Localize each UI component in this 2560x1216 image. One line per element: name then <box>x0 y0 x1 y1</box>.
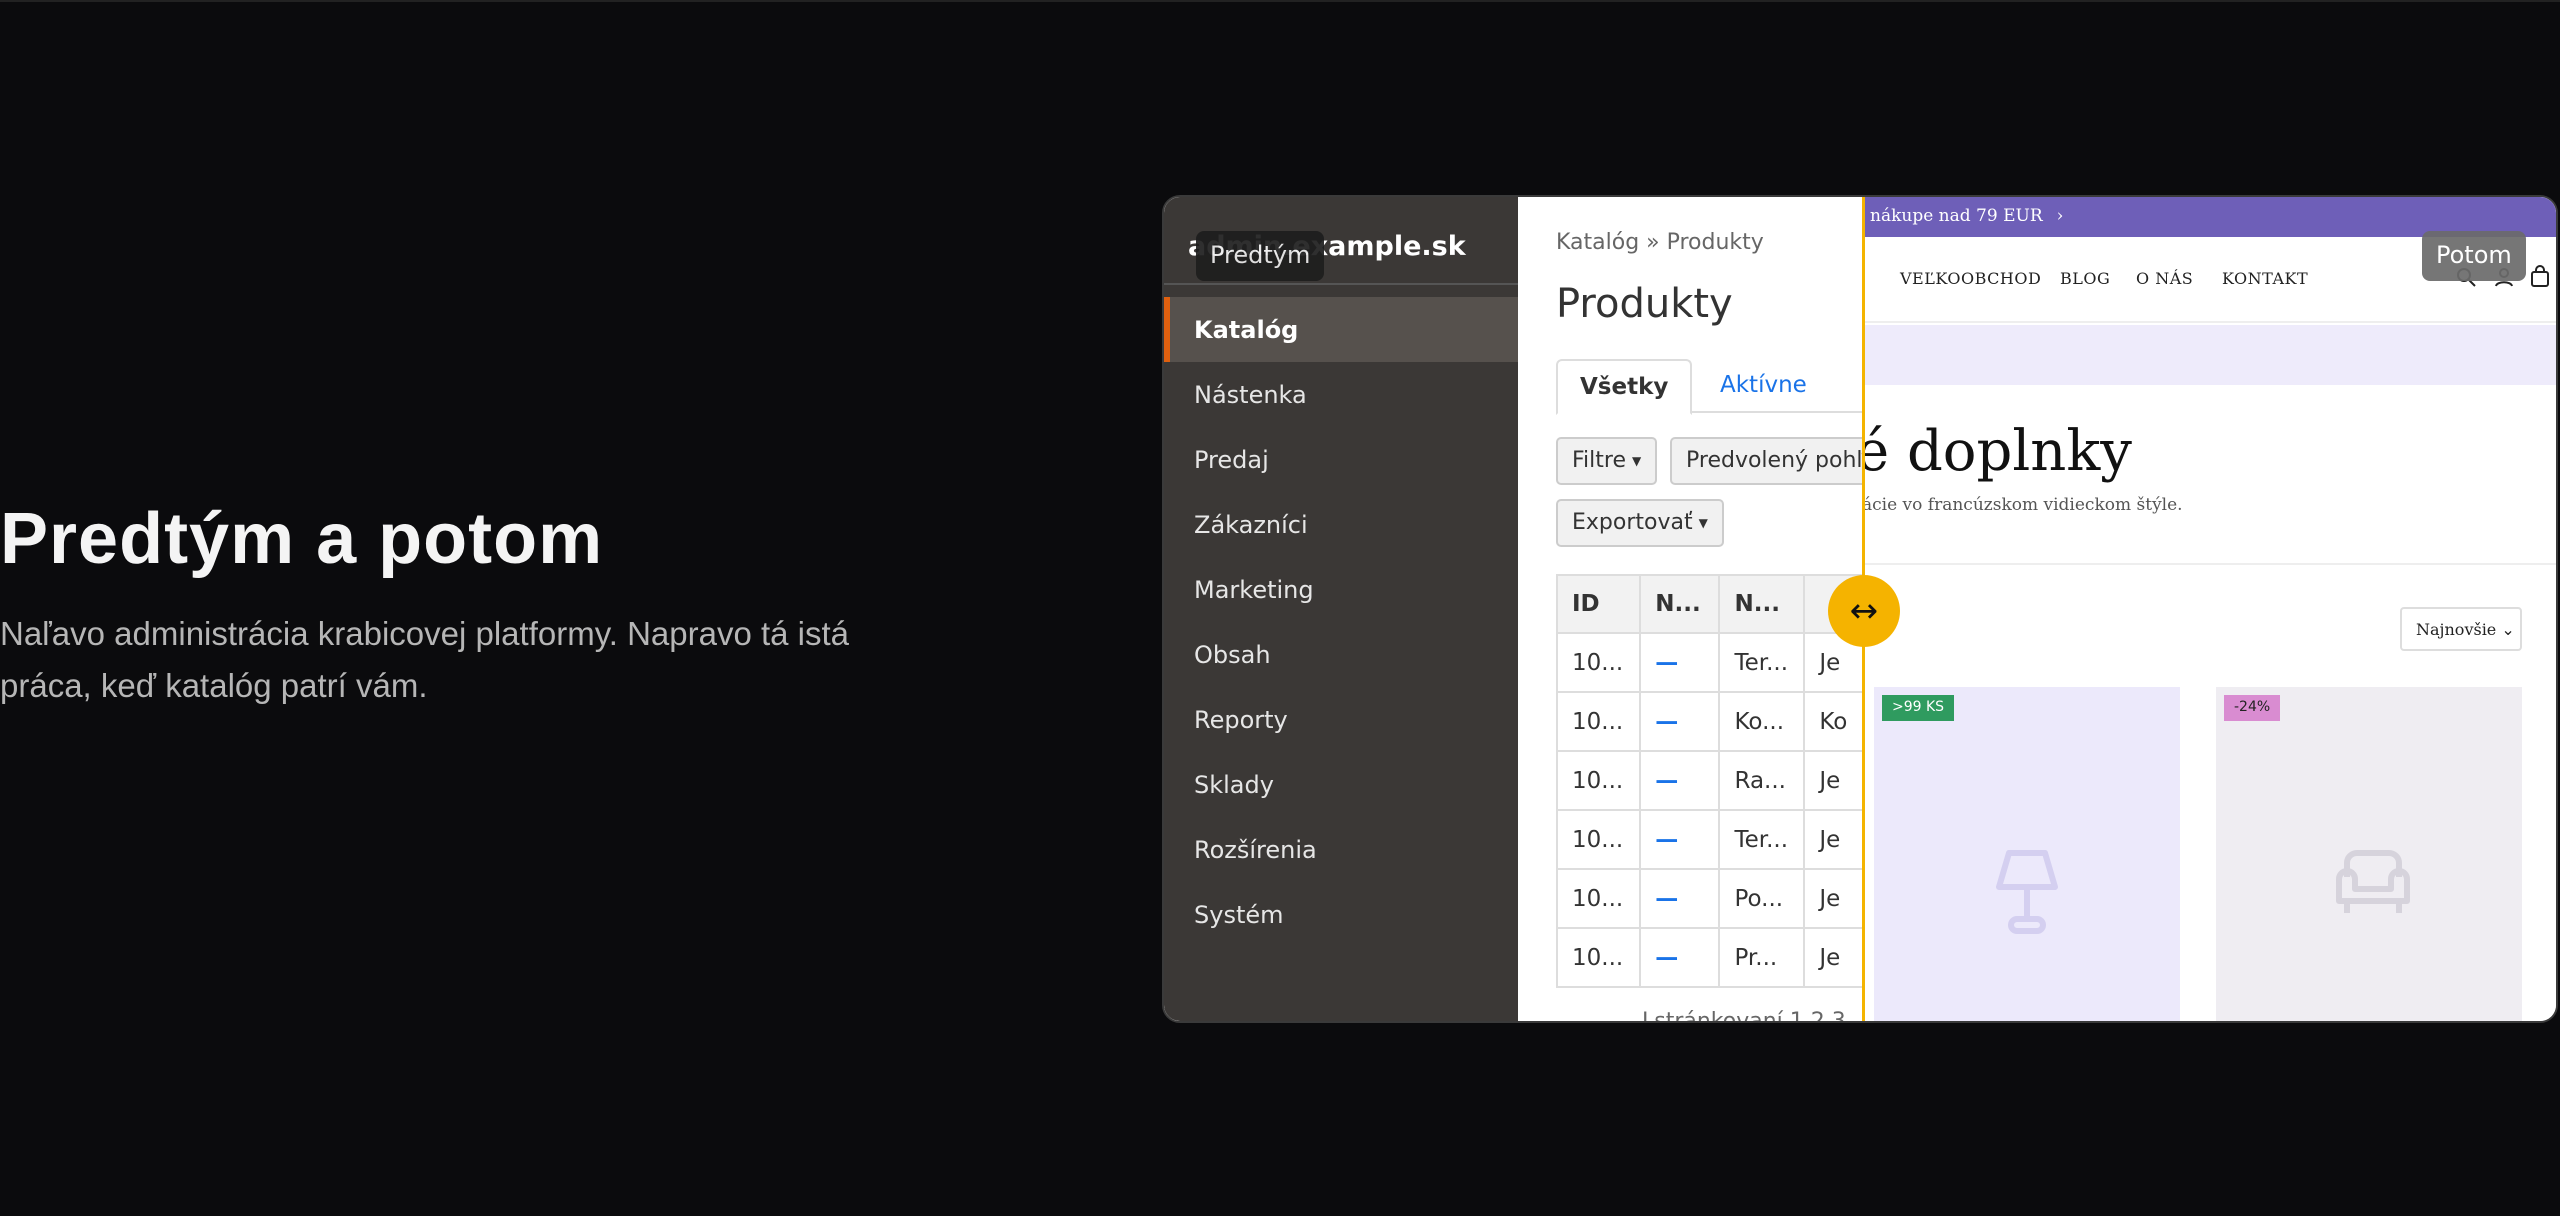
export-label: Exportovať <box>1572 510 1693 535</box>
table-cell: 10... <box>1555 809 1642 870</box>
after-label: Potom <box>2422 231 2526 281</box>
filters-button[interactable]: Filtre ▼ <box>1556 437 1658 485</box>
nav-link-blog[interactable]: BLOG <box>2060 269 2110 288</box>
table-row[interactable]: 10... — Po... Je <box>1555 868 1864 929</box>
collection-subtitle: ácie vo francúzskom vidieckom štýle. <box>1864 495 2183 515</box>
table-cell: Je <box>1803 809 1864 870</box>
admin-main: Katalóg » Produkty Produkty Všetky Aktív… <box>1518 197 1864 1021</box>
nav-item-system[interactable]: Systém <box>1164 882 1518 947</box>
armchair-icon <box>2336 850 2410 913</box>
section-heading: Predtým a potom <box>0 499 604 579</box>
table-cell: Ter... <box>1718 809 1806 870</box>
product-card[interactable]: -24% <box>2216 687 2522 1021</box>
nav-link-wholesale[interactable]: VEĽKOOBCHOD <box>1900 269 2041 288</box>
admin-nav: Katalóg Nástenka Predaj Zákazníci Market… <box>1164 297 1518 947</box>
slider-handle[interactable]: ↔ <box>1828 575 1900 647</box>
table-cell: — <box>1639 927 1721 988</box>
nav-item-customers[interactable]: Zákazníci <box>1164 492 1518 557</box>
sort-value: Najnovšie <box>2416 620 2497 639</box>
table-cell: — <box>1639 632 1721 693</box>
nav-item-marketing[interactable]: Marketing <box>1164 557 1518 622</box>
table-cell: — <box>1639 750 1721 811</box>
pagination[interactable]: ... Lstránkovaní 1 2 3 <box>1614 1009 1846 1021</box>
export-button[interactable]: Exportovať ▼ <box>1556 499 1724 547</box>
table-cell: Ter... <box>1718 632 1806 693</box>
nav-item-content[interactable]: Obsah <box>1164 622 1518 687</box>
table-cell: 10... <box>1555 927 1642 988</box>
divider <box>1864 563 2556 565</box>
table-cell: 10... <box>1555 750 1642 811</box>
column-header[interactable]: N... <box>1639 574 1721 634</box>
table-cell: 10... <box>1555 868 1642 929</box>
table-cell: Je <box>1803 868 1864 929</box>
tab-all[interactable]: Všetky <box>1556 359 1693 415</box>
table-row[interactable]: 10... — Ter... Je <box>1555 632 1864 693</box>
table-cell: — <box>1639 868 1721 929</box>
storefront-panel: nákupe nad 79 EUR › VEĽKOOBCHOD BLOG O NÁ… <box>1864 197 2556 1021</box>
nav-item-catalog[interactable]: Katalóg <box>1164 297 1518 362</box>
tab-active[interactable]: Aktívne <box>1698 359 1829 413</box>
column-header[interactable]: N... <box>1718 574 1806 634</box>
table-cell: Je <box>1803 750 1864 811</box>
caret-down-icon: ▼ <box>1632 454 1642 468</box>
nav-item-reports[interactable]: Reporty <box>1164 687 1518 752</box>
promo-text: nákupe nad 79 EUR <box>1870 206 2043 226</box>
nav-link-about[interactable]: O NÁS <box>2136 269 2193 288</box>
hero-band <box>1864 325 2556 385</box>
collection-title: é doplnky <box>1864 419 2132 484</box>
section-description: Naľavo administrácia krabicovej platform… <box>0 615 850 704</box>
table-row[interactable]: 10... — Ko... Ko <box>1555 691 1864 752</box>
table-header-row: ID N... N... <box>1555 574 1864 634</box>
caret-down-icon: ▼ <box>1698 516 1708 530</box>
tab-bar: Všetky Aktívne <box>1556 359 1864 415</box>
chevron-down-icon: ⌄ <box>2501 620 2515 639</box>
nav-link-contact[interactable]: KONTAKT <box>2222 269 2308 288</box>
before-after-comparison[interactable]: admin.example.sk Katalóg Nástenka Predaj… <box>1162 195 2558 1023</box>
table-row[interactable]: 10... — Ra... Je <box>1555 750 1864 811</box>
table-cell: — <box>1639 691 1721 752</box>
lamp-icon <box>1996 850 2058 934</box>
top-border <box>0 0 2560 2</box>
table-cell: Ra... <box>1718 750 1806 811</box>
admin-sidebar: admin.example.sk Katalóg Nástenka Predaj… <box>1164 197 1518 1021</box>
arrows-horizontal-icon: ↔ <box>1849 591 1879 631</box>
before-label: Predtým <box>1196 231 1325 281</box>
view-button[interactable]: Predvolený pohľad <box>1670 437 1864 485</box>
filters-label: Filtre <box>1572 448 1627 473</box>
nav-item-extensions[interactable]: Rozšírenia <box>1164 817 1518 882</box>
discount-badge: -24% <box>2224 695 2281 721</box>
table-cell: 10... <box>1555 632 1642 693</box>
table-cell: Ko <box>1803 691 1864 752</box>
admin-panel: admin.example.sk Katalóg Nástenka Predaj… <box>1164 197 1864 1021</box>
table-cell: 10... <box>1555 691 1642 752</box>
column-header[interactable]: ID <box>1555 574 1642 634</box>
table-cell: Po... <box>1718 868 1806 929</box>
table-cell: Ko... <box>1718 691 1806 752</box>
breadcrumb: Katalóg » Produkty <box>1556 230 1764 255</box>
products-table: ID N... N... 10... — Ter... Je 10... — Ko... K… <box>1555 574 1864 988</box>
intro-section: Predtým a potom Naľavo administrácia kra… <box>0 498 900 712</box>
view-label: Predvolený pohľad <box>1686 448 1864 473</box>
page-title: Produkty <box>1556 281 1733 327</box>
sort-select[interactable]: Najnovšie ⌄ <box>2400 607 2522 651</box>
nav-item-dashboard[interactable]: Nástenka <box>1164 362 1518 427</box>
stock-badge: >99 KS <box>1882 695 1955 721</box>
table-cell: Pr... <box>1718 927 1806 988</box>
table-row[interactable]: 10... — Pr... Je <box>1555 927 1864 988</box>
chevron-right-icon: › <box>2056 206 2064 226</box>
table-row[interactable]: 10... — Ter... Je <box>1555 809 1864 870</box>
cart-icon[interactable] <box>2528 265 2552 289</box>
table-cell: — <box>1639 809 1721 870</box>
product-card[interactable]: >99 KS <box>1874 687 2180 1021</box>
table-cell: Je <box>1803 927 1864 988</box>
nav-item-sales[interactable]: Predaj <box>1164 427 1518 492</box>
nav-item-warehouses[interactable]: Sklady <box>1164 752 1518 817</box>
